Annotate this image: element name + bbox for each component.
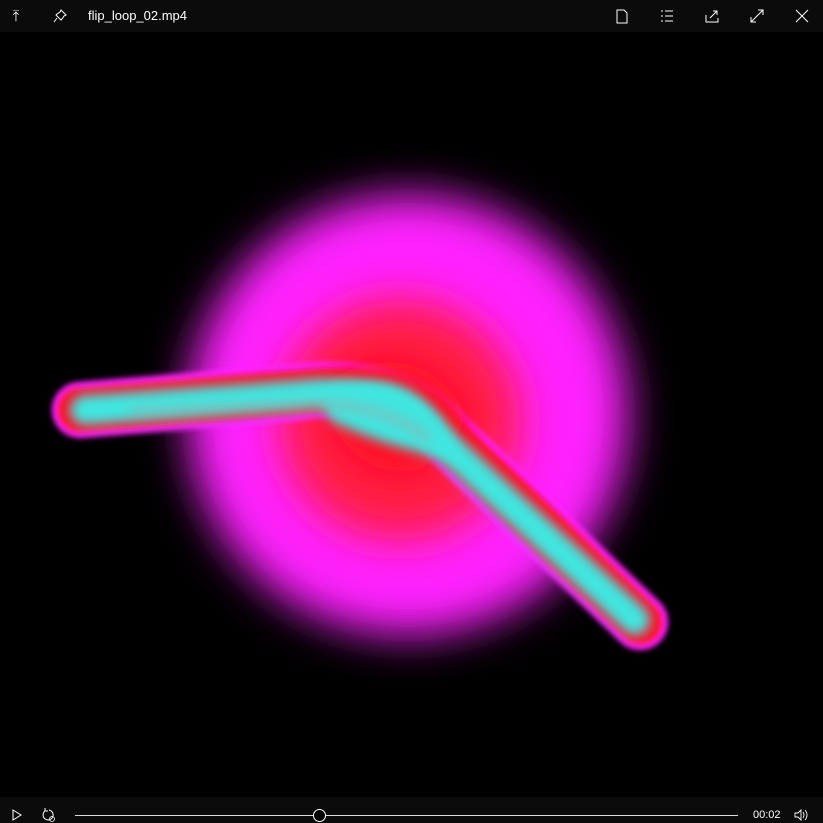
play-icon[interactable] — [8, 807, 26, 823]
elapsed-time: 00:02 — [753, 809, 781, 821]
fullscreen-icon[interactable] — [747, 6, 767, 26]
volume-icon[interactable] — [793, 807, 811, 823]
share-icon[interactable] — [702, 6, 722, 26]
playlist-icon[interactable] — [657, 6, 677, 26]
repeat-icon[interactable] — [40, 806, 58, 823]
seek-bar[interactable] — [75, 815, 738, 816]
pin-icon[interactable] — [50, 6, 70, 26]
close-icon[interactable] — [792, 6, 812, 26]
seek-thumb[interactable] — [312, 809, 326, 822]
keep-on-top-icon[interactable]: ⤒ — [6, 6, 26, 26]
file-title: flip_loop_02.mp4 — [88, 8, 188, 23]
video-frame[interactable] — [0, 32, 823, 797]
title-bar: ⤒ flip_loop_02.mp4 — [0, 0, 823, 32]
file-icon[interactable] — [612, 6, 632, 26]
transport-bar — [0, 797, 823, 823]
